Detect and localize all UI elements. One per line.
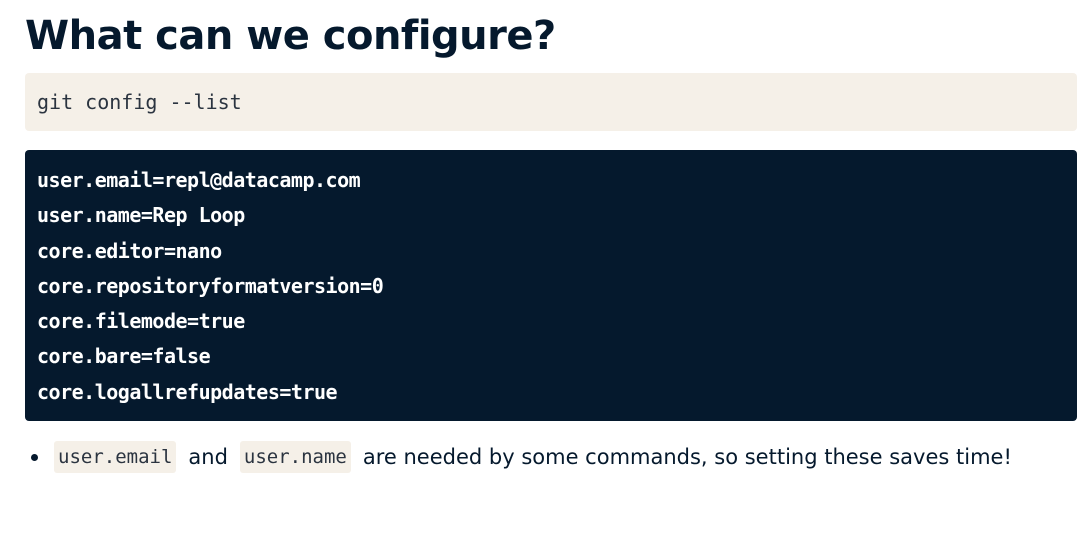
output-line: user.name=Rep Loop [37,203,245,228]
output-line: core.editor=nano [37,238,222,263]
list-item: user.email and user.name are needed by s… [25,440,1012,474]
bullet-dot-icon [31,453,38,461]
page-title: What can we configure? [25,13,556,59]
bullet-text-and: and [188,445,228,469]
bullet-list: user.email and user.name are needed by s… [25,440,1012,474]
command-text: git config --list [37,90,242,114]
inline-code-user-name: user.name [239,441,351,473]
bullet-text-rest: are needed by some commands, so setting … [362,445,1012,469]
inline-code-user-email: user.email [54,441,177,473]
output-line: core.filemode=true [37,309,245,334]
output-line: core.logallrefupdates=true [37,379,338,404]
output-line: core.bare=false [37,344,211,369]
output-line: core.repositoryformatversion=0 [37,273,384,298]
output-code-block: user.email=repl@datacamp.com user.name=R… [25,150,1077,421]
command-code-block: git config --list [25,73,1077,131]
output-line: user.email=repl@datacamp.com [37,168,361,192]
